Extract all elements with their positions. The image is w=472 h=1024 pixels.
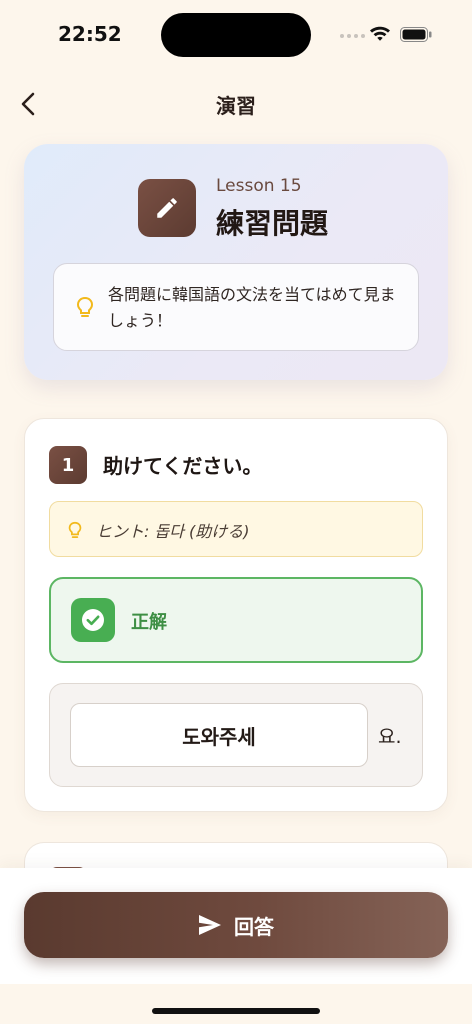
answer-area: 요. xyxy=(49,683,423,787)
page-title: 演習 xyxy=(216,94,256,118)
question-card: 1 助けてください。 ヒント: 돕다 (助ける) 正解 요. xyxy=(24,418,448,812)
instruction-text: 各問題に韓国語の文法を当てはめて見ましょう！ xyxy=(108,285,396,330)
result-label: 正解 xyxy=(131,612,167,633)
bottom-action-bar: 回答 xyxy=(0,868,472,984)
lightbulb-icon xyxy=(76,296,94,317)
submit-label: 回答 xyxy=(234,914,274,939)
wifi-icon xyxy=(370,26,390,41)
hint-text: ヒント: 돕다 (助ける) xyxy=(96,522,250,541)
answer-suffix: 요. xyxy=(378,726,402,748)
answer-input[interactable] xyxy=(70,703,368,767)
lesson-title: 練習問題 xyxy=(216,207,329,240)
lightbulb-icon xyxy=(68,521,82,538)
lesson-label: Lesson 15 xyxy=(216,176,302,196)
question-prompt: 助けてください。 xyxy=(103,454,263,478)
question-number-badge: 1 xyxy=(49,446,87,484)
hint-box: ヒント: 돕다 (助ける) xyxy=(49,501,423,557)
cellular-signal-icon xyxy=(340,34,365,38)
status-time: 22:52 xyxy=(58,22,122,46)
dynamic-island xyxy=(161,13,311,57)
correct-result-banner: 正解 xyxy=(49,577,423,663)
pencil-icon xyxy=(138,179,196,237)
home-indicator-area xyxy=(0,984,472,1024)
status-bar: 22:52 xyxy=(0,0,472,70)
lesson-header-card: Lesson 15 練習問題 各問題に韓国語の文法を当てはめて見ましょう！ xyxy=(24,144,448,380)
home-indicator[interactable] xyxy=(152,1008,320,1014)
instruction-box: 各問題に韓国語の文法を当てはめて見ましょう！ xyxy=(53,263,419,351)
battery-icon xyxy=(400,27,432,42)
submit-answer-button[interactable]: 回答 xyxy=(24,892,448,958)
send-icon xyxy=(199,915,221,935)
check-circle-icon xyxy=(71,598,115,642)
